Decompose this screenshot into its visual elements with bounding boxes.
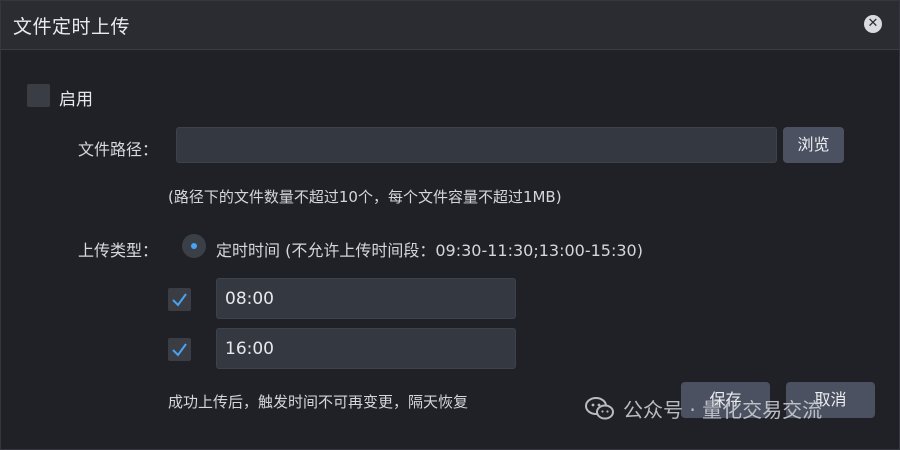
timed-upload-option-label: 定时时间 (不允许上传时间段：09:30-11:30;13:00-15:30) [216, 241, 643, 260]
browse-button[interactable]: 浏览 [783, 127, 844, 163]
file-path-input[interactable] [176, 127, 777, 163]
upload-type-label: 上传类型： [78, 241, 159, 260]
enable-checkbox[interactable] [27, 84, 50, 107]
checkmark-icon [172, 293, 187, 307]
radio-selected-dot [191, 243, 197, 249]
upload-note: 成功上传后，触发时间不可再变更，隔天恢复 [168, 393, 469, 411]
timed-upload-radio[interactable] [182, 234, 206, 258]
wechat-icon [585, 396, 614, 419]
close-icon[interactable]: ✕ [864, 15, 882, 33]
watermark: 公众号 · 量化交易交流 [585, 394, 822, 423]
file-path-label: 文件路径： [78, 140, 159, 159]
time-2-input[interactable] [216, 328, 516, 369]
checkmark-icon [172, 343, 187, 357]
time-2-checkbox[interactable] [168, 338, 191, 361]
dialog-title: 文件定时上传 [13, 16, 131, 38]
file-timed-upload-dialog: 文件定时上传 ✕ 启用 文件路径： 浏览 (路径下的文件数量不超过10个，每个文… [0, 0, 900, 450]
time-1-checkbox[interactable] [168, 288, 191, 311]
watermark-text: 公众号 · 量化交易交流 [623, 398, 823, 422]
enable-label: 启用 [59, 90, 93, 110]
title-bar: 文件定时上传 ✕ [1, 1, 899, 50]
file-path-hint: (路径下的文件数量不超过10个，每个文件容量不超过1MB) [168, 188, 562, 206]
time-1-input[interactable] [216, 278, 516, 319]
